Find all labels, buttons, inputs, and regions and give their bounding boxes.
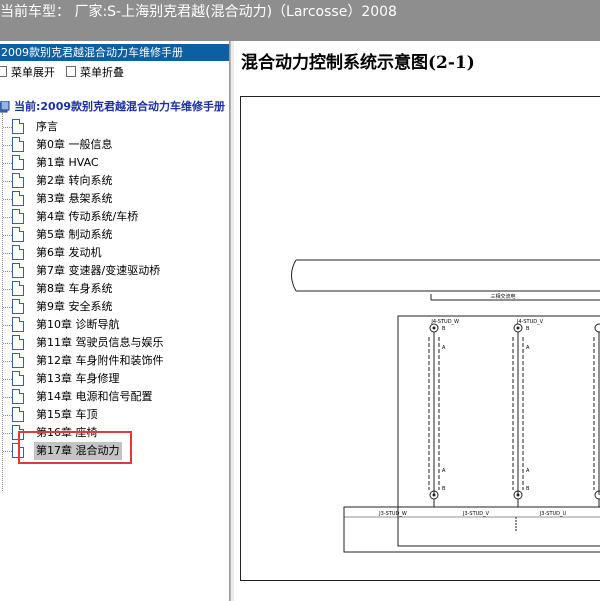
tree-item-label: 第15章 车顶 <box>36 408 98 421</box>
tree-connector <box>3 307 12 308</box>
tree-connector <box>3 451 12 452</box>
schematic-svg: 三相交流电 J4-STUD_W J4-STUD_V B A A B B A A … <box>291 259 600 553</box>
selection-highlight-box <box>18 431 132 464</box>
tree-item-label: 第4章 传动系统/车桥 <box>36 210 139 223</box>
tree-item[interactable]: 第0章 一般信息 <box>0 136 229 154</box>
tree-item-label: 第13章 车身修理 <box>36 372 120 385</box>
sidebar: 2009款别克君越混合动力车维修手册 菜单展开 菜单折叠 当前:2009款别克君… <box>0 41 230 601</box>
document-icon <box>12 353 24 368</box>
window-title: 当前车型： 厂家:S-上海别克君越(混合动力)（Larcosse）2008 <box>0 4 397 20</box>
tree-item[interactable]: 第2章 转向系统 <box>0 172 229 190</box>
document-icon <box>12 335 24 350</box>
tree-item[interactable]: 第6章 发动机 <box>0 244 229 262</box>
phase-u-cable <box>593 323 600 507</box>
tree-item[interactable]: 第9章 安全系统 <box>0 298 229 316</box>
svg-text:A: A <box>442 468 446 474</box>
document-icon <box>12 371 24 386</box>
tree-connector <box>3 217 12 218</box>
tree-connector <box>3 253 12 254</box>
tree-connector <box>3 199 12 200</box>
tree-connector <box>3 325 12 326</box>
document-icon <box>12 317 24 332</box>
tree-item-label: 第10章 诊断导航 <box>36 318 120 331</box>
tree-item[interactable]: 序言 <box>0 118 229 136</box>
content-pane: 混合动力控制系统示意图(2-1) 三相交流电 J4-STUD_W J4-STUD… <box>230 41 600 601</box>
bottom-label-v: J3-STUD_V <box>462 511 490 517</box>
manual-tree: 当前:2009款别克君越混合动力车维修手册 序言第0章 一般信息 第1章 HVAC… <box>0 41 229 601</box>
tree-connector <box>3 415 12 416</box>
harness-bundle <box>291 259 600 292</box>
tree-item-label: 第6章 发动机 <box>36 246 102 259</box>
document-icon <box>12 173 24 188</box>
tree-connector <box>3 181 12 182</box>
svg-text:A: A <box>526 345 530 351</box>
tree-item[interactable]: 第12章 车身附件和装饰件 <box>0 352 229 370</box>
tree-connector <box>3 235 12 236</box>
document-icon <box>12 389 24 404</box>
pane-splitter[interactable] <box>230 41 234 601</box>
document-icon <box>12 281 24 296</box>
document-icon <box>12 407 24 422</box>
svg-text:A: A <box>526 468 530 474</box>
tree-root-label[interactable]: 当前:2009款别克君越混合动力车维修手册 <box>14 98 225 116</box>
document-icon <box>12 119 24 134</box>
tree-item[interactable]: 第1章 HVAC <box>0 154 229 172</box>
tree-connector <box>3 343 12 344</box>
tree-item-label: 第11章 驾驶员信息与娱乐 <box>36 336 164 349</box>
document-icon <box>12 263 24 278</box>
document-icon <box>12 155 24 170</box>
document-icon <box>12 137 24 152</box>
schematic-diagram: 三相交流电 J4-STUD_W J4-STUD_V B A A B B A A … <box>240 96 600 581</box>
tree-connector <box>3 361 12 362</box>
tree-item[interactable]: 第14章 电源和信号配置 <box>0 388 229 406</box>
tree-item[interactable]: 第4章 传动系统/车桥 <box>0 208 229 226</box>
document-icon <box>12 209 24 224</box>
page-title: 混合动力控制系统示意图(2-1) <box>241 53 475 73</box>
tree-item-label: 第5章 制动系统 <box>36 228 113 241</box>
tree-connector <box>3 397 12 398</box>
tree-item-label: 第12章 车身附件和装饰件 <box>36 354 164 367</box>
tree-connector <box>3 163 12 164</box>
phase-w-cable: B A A B <box>428 323 446 507</box>
document-icon <box>12 299 24 314</box>
book-root-icon <box>0 101 10 113</box>
tree-item[interactable]: 第3章 悬架系统 <box>0 190 229 208</box>
tree-connector <box>3 289 12 290</box>
tree-item[interactable]: 第5章 制动系统 <box>0 226 229 244</box>
tree-item[interactable]: 第15章 车顶 <box>0 406 229 424</box>
svg-text:A: A <box>442 345 446 351</box>
tree-item[interactable]: 第11章 驾驶员信息与娱乐 <box>0 334 229 352</box>
tree-item[interactable]: 第10章 诊断导航 <box>0 316 229 334</box>
document-icon <box>12 191 24 206</box>
connector-frame <box>397 315 600 547</box>
tree-item-label: 第8章 车身系统 <box>36 282 113 295</box>
bus-label: 三相交流电 <box>490 293 515 300</box>
tree-item-label: 第3章 悬架系统 <box>36 192 113 205</box>
svg-text:B: B <box>526 326 530 332</box>
tree-connector <box>3 127 12 128</box>
tree-connector <box>3 379 12 380</box>
title-bar: 当前车型： 厂家:S-上海别克君越(混合动力)（Larcosse）2008 <box>0 0 600 41</box>
document-icon <box>12 227 24 242</box>
bottom-label-u: J3-STUD_U <box>539 511 567 517</box>
tree-item[interactable]: 第7章 变速器/变速驱动桥 <box>0 262 229 280</box>
tree-item-label: 第1章 HVAC <box>36 156 99 169</box>
tree-item-label: 第0章 一般信息 <box>36 138 113 151</box>
phase-v-cable: B A A B <box>512 323 530 507</box>
svg-text:B: B <box>442 326 446 332</box>
tree-item[interactable]: 第8章 车身系统 <box>0 280 229 298</box>
svg-text:B: B <box>526 486 530 492</box>
tree-item[interactable]: 第13章 车身修理 <box>0 370 229 388</box>
tree-connector <box>3 433 12 434</box>
tree-connector <box>3 145 12 146</box>
tree-connector <box>3 271 12 272</box>
tree-item-label: 第2章 转向系统 <box>36 174 113 187</box>
tree-item-label: 序言 <box>36 120 58 133</box>
document-icon <box>12 245 24 260</box>
tree-item-label: 第7章 变速器/变速驱动桥 <box>36 264 161 277</box>
tree-item-label: 第9章 安全系统 <box>36 300 113 313</box>
tree-item-label: 第14章 电源和信号配置 <box>36 390 153 403</box>
bottom-label-w: J3-STUD_W <box>378 511 407 517</box>
svg-text:B: B <box>442 486 446 492</box>
